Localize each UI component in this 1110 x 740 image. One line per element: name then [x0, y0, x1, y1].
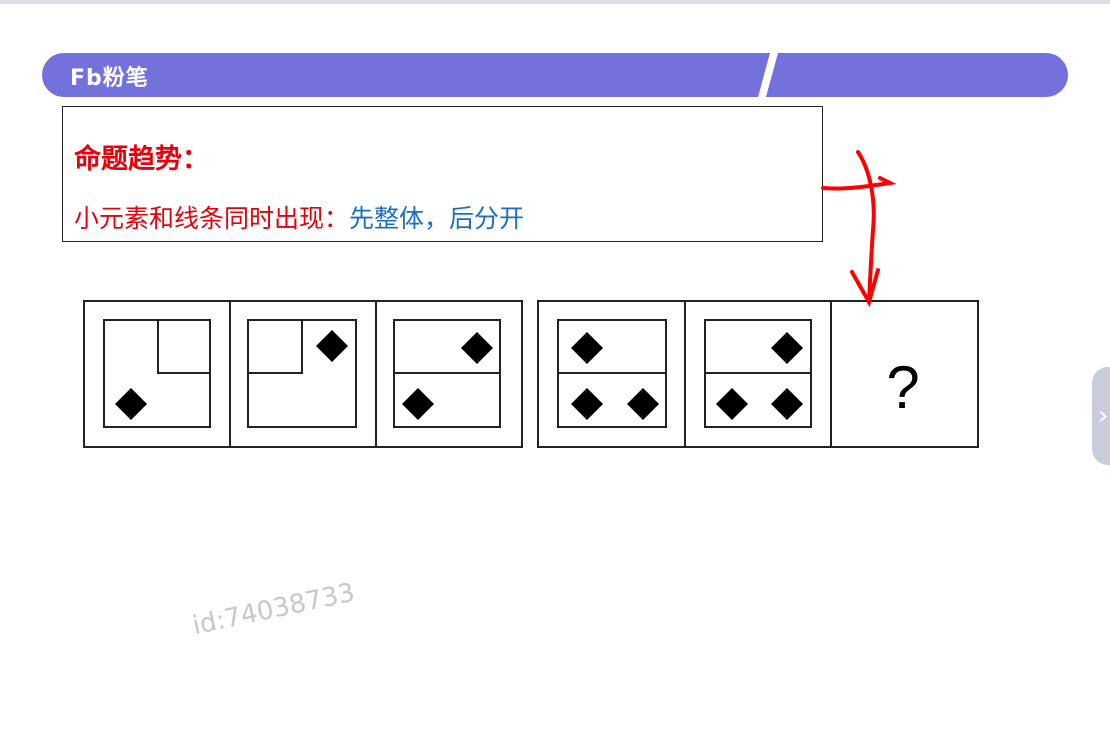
diamond [771, 332, 803, 364]
diamond [716, 388, 748, 420]
diamond [571, 388, 603, 420]
question-mark: ? [886, 354, 919, 421]
red-arrow-annotation [821, 150, 897, 308]
chevron-right-icon: › [1098, 401, 1109, 431]
diamond [115, 388, 147, 420]
diamond [771, 388, 803, 420]
diamond [461, 332, 493, 364]
diamond [316, 330, 348, 362]
side-next-button[interactable]: › [1092, 367, 1110, 465]
diamond [402, 388, 434, 420]
diamond [571, 332, 603, 364]
puzzle-figure: ? [83, 150, 979, 448]
diamond [627, 388, 659, 420]
